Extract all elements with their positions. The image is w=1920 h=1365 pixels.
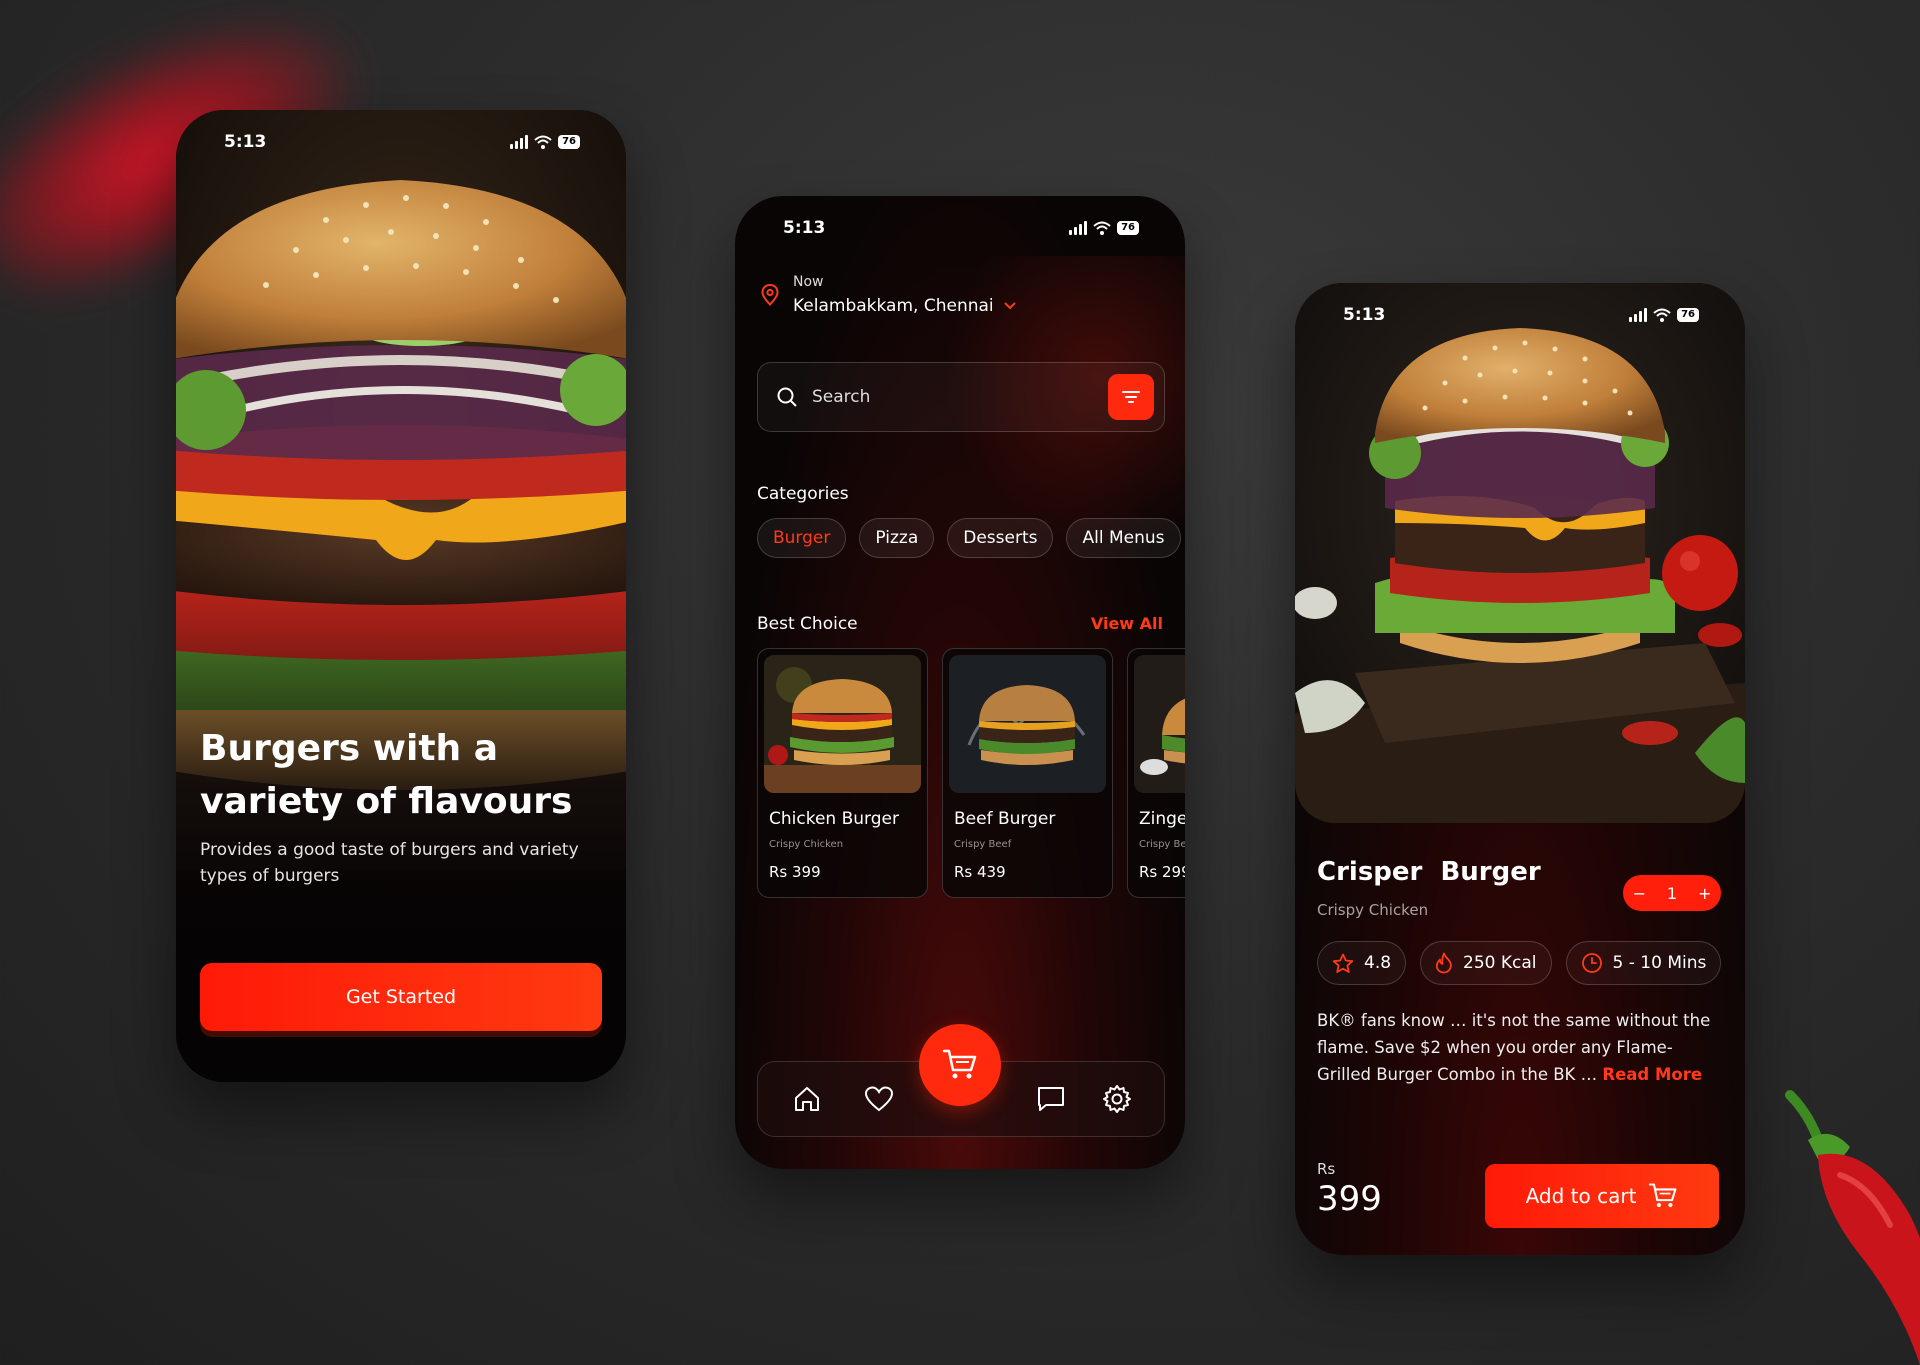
categories-title: Categories bbox=[757, 484, 849, 504]
best-choice-list: Chicken Burger Crispy Chicken Rs 399 Bee… bbox=[757, 648, 1185, 898]
product-price: Rs 439 bbox=[954, 863, 1006, 881]
product-card[interactable]: Chicken Burger Crispy Chicken Rs 399 bbox=[757, 648, 928, 898]
heart-icon[interactable] bbox=[864, 1084, 894, 1114]
category-chips: Burger Pizza Desserts All Menus bbox=[757, 518, 1181, 558]
wifi-icon bbox=[1093, 221, 1111, 235]
search-bar bbox=[757, 362, 1165, 432]
signal-icon bbox=[1069, 221, 1088, 235]
product-title: Crisper Burger bbox=[1317, 857, 1541, 887]
chevron-down-icon bbox=[1003, 302, 1016, 310]
chat-icon[interactable] bbox=[1036, 1084, 1066, 1114]
product-price: Rs 299 bbox=[1139, 863, 1185, 881]
product-card[interactable]: Zinger Burger Crispy Beef Rs 299 bbox=[1127, 648, 1185, 898]
quantity-value: 1 bbox=[1666, 883, 1678, 903]
onboarding-screen: 5:13 76 Burgers with a variety of flavou… bbox=[176, 110, 626, 1082]
status-time: 5:13 bbox=[224, 132, 267, 152]
status-time: 5:13 bbox=[1343, 305, 1386, 325]
time-value: 5 - 10 Mins bbox=[1612, 953, 1707, 973]
onboarding-subtitle: Provides a good taste of burgers and var… bbox=[200, 840, 579, 886]
add-to-cart-label: Add to cart bbox=[1525, 1184, 1637, 1208]
cart-icon bbox=[1649, 1183, 1677, 1208]
increase-button[interactable]: + bbox=[1693, 884, 1717, 903]
search-input[interactable] bbox=[810, 386, 1104, 408]
status-bar: 5:13 76 bbox=[1295, 301, 1745, 329]
home-icon[interactable] bbox=[792, 1084, 822, 1114]
clock-icon bbox=[1581, 953, 1602, 973]
product-detail-screen: 5:13 76 Crisper Burger Crispy Chicken − … bbox=[1295, 283, 1745, 1255]
cart-button[interactable] bbox=[919, 1024, 1001, 1106]
category-chip-all-menus[interactable]: All Menus bbox=[1066, 518, 1181, 558]
quantity-stepper: − 1 + bbox=[1623, 875, 1721, 911]
wifi-icon bbox=[1653, 308, 1671, 322]
product-subtitle: Crispy Chicken bbox=[769, 839, 844, 850]
category-chip-desserts[interactable]: Desserts bbox=[947, 518, 1054, 558]
product-image bbox=[1134, 655, 1185, 793]
battery-icon: 76 bbox=[1677, 308, 1699, 322]
product-name: Chicken Burger bbox=[769, 809, 899, 829]
time-badge: 5 - 10 Mins bbox=[1565, 941, 1722, 985]
price-currency: Rs bbox=[1317, 1160, 1336, 1178]
best-choice-title: Best Choice bbox=[757, 614, 858, 634]
search-icon bbox=[777, 387, 797, 407]
onboarding-title: Burgers with a variety of flavours bbox=[200, 728, 573, 822]
product-image bbox=[949, 655, 1106, 793]
read-more-link[interactable]: Read More bbox=[1602, 1065, 1702, 1084]
product-subtitle: Crispy Beef bbox=[954, 839, 1012, 850]
product-description: BK® fans know … it's not the same withou… bbox=[1317, 1007, 1717, 1088]
status-time: 5:13 bbox=[783, 218, 826, 238]
signal-icon bbox=[1629, 308, 1648, 322]
rating-badge: 4.8 bbox=[1317, 941, 1407, 985]
decrease-button[interactable]: − bbox=[1627, 884, 1651, 903]
battery-icon: 76 bbox=[558, 135, 580, 149]
product-stats: 4.8 250 Kcal 5 - 10 Mins bbox=[1317, 941, 1722, 985]
location-pin-icon bbox=[761, 284, 779, 306]
home-screen: 5:13 76 Now Kelambakkam, Chennai Categor… bbox=[735, 196, 1185, 1169]
product-card[interactable]: Beef Burger Crispy Beef Rs 439 bbox=[942, 648, 1113, 898]
location-label: Now bbox=[793, 274, 824, 290]
add-to-cart-button[interactable]: Add to cart bbox=[1485, 1164, 1719, 1228]
product-subtitle: Crispy Beef bbox=[1139, 839, 1185, 850]
signal-icon bbox=[510, 135, 529, 149]
rating-value: 4.8 bbox=[1364, 953, 1392, 973]
cart-icon bbox=[942, 1049, 977, 1079]
filter-icon bbox=[1122, 391, 1140, 403]
filter-button[interactable] bbox=[1108, 374, 1154, 420]
calories-badge: 250 Kcal bbox=[1420, 941, 1552, 985]
get-started-button[interactable]: Get Started bbox=[200, 963, 602, 1031]
flame-icon bbox=[1435, 952, 1452, 974]
view-all-link[interactable]: View All bbox=[1091, 614, 1163, 633]
burger-detail-image bbox=[1295, 283, 1745, 823]
product-subtitle: Crispy Chicken bbox=[1317, 901, 1429, 919]
product-name: Beef Burger bbox=[954, 809, 1056, 829]
location-selector[interactable]: Now Kelambakkam, Chennai bbox=[761, 274, 1016, 316]
star-icon bbox=[1332, 953, 1354, 973]
gear-icon[interactable] bbox=[1102, 1084, 1132, 1114]
calories-value: 250 Kcal bbox=[1463, 953, 1537, 973]
category-chip-burger[interactable]: Burger bbox=[757, 518, 847, 558]
product-image bbox=[764, 655, 921, 793]
price-value: 399 bbox=[1317, 1179, 1382, 1219]
chili-pepper-decoration bbox=[1785, 1090, 1920, 1365]
status-bar: 5:13 76 bbox=[176, 128, 626, 156]
product-price: Rs 399 bbox=[769, 863, 821, 881]
location-city: Kelambakkam, Chennai bbox=[793, 296, 994, 316]
battery-icon: 76 bbox=[1117, 221, 1139, 235]
status-bar: 5:13 76 bbox=[735, 214, 1185, 242]
category-chip-pizza[interactable]: Pizza bbox=[859, 518, 935, 558]
product-name: Zinger Burger bbox=[1139, 809, 1185, 829]
wifi-icon bbox=[534, 135, 552, 149]
